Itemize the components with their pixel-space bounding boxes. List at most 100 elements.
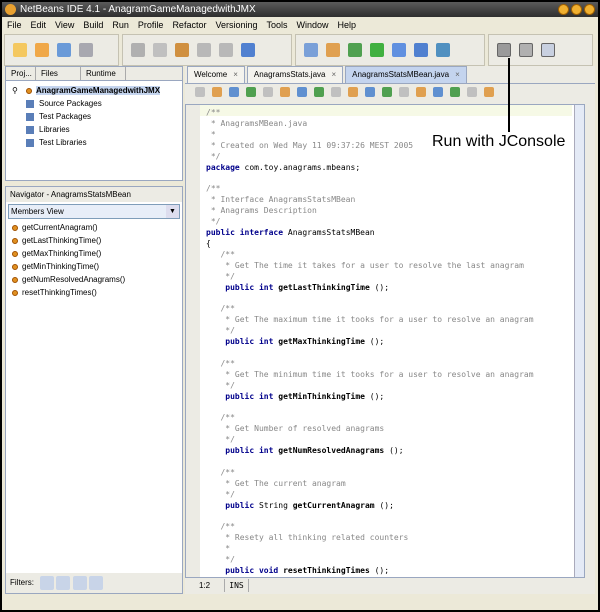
tab-projects-1[interactable]: Files <box>36 67 81 80</box>
code-line: /** <box>206 184 221 194</box>
editor-tab[interactable]: AnagramsStatsMBean.java × <box>345 66 467 83</box>
save-all-icon[interactable] <box>79 43 93 57</box>
editor-tool-icon[interactable] <box>314 86 324 97</box>
minimize-button[interactable] <box>558 4 569 15</box>
members-view-dropdown[interactable]: Members View ▼ <box>8 204 180 219</box>
line-gutter <box>186 105 200 577</box>
menu-tools[interactable]: Tools <box>266 18 287 33</box>
menu-refactor[interactable]: Refactor <box>172 18 206 33</box>
code-line: */ <box>206 271 235 281</box>
run-icon[interactable] <box>348 43 362 57</box>
member-item[interactable]: resetThinkingTimes() <box>12 286 182 299</box>
menu-file[interactable]: File <box>7 18 22 33</box>
editor-tool-icon[interactable] <box>212 86 222 97</box>
editor-tool-icon[interactable] <box>399 86 409 97</box>
redo-icon[interactable] <box>219 43 233 57</box>
menu-run[interactable]: Run <box>112 18 129 33</box>
filter-inherited-icon[interactable] <box>40 575 55 590</box>
editor-tab[interactable]: AnagramsStats.java × <box>246 66 344 83</box>
filter-static-icon[interactable] <box>72 575 87 590</box>
editor-tool-icon[interactable] <box>229 86 239 97</box>
menu-edit[interactable]: Edit <box>31 18 47 33</box>
tree-node[interactable]: Libraries <box>12 123 182 136</box>
code-line: /** <box>206 304 235 314</box>
build-icon[interactable] <box>304 43 318 57</box>
paste-icon[interactable] <box>175 43 189 57</box>
method-icon <box>12 237 18 244</box>
project-root[interactable]: ⚲ AnagramGameManagedwithJMX <box>12 84 182 97</box>
filters-bar: Filters: <box>6 573 182 593</box>
editor-tool-icon[interactable] <box>382 86 392 97</box>
menu-view[interactable]: View <box>55 18 74 33</box>
tree-node[interactable]: Test Libraries <box>12 136 182 149</box>
package-folder-icon <box>26 138 34 147</box>
editor-tab[interactable]: Welcome × <box>187 66 245 83</box>
step-icon[interactable] <box>414 43 428 57</box>
clean-build-icon[interactable] <box>326 43 340 57</box>
menu-window[interactable]: Window <box>297 18 329 33</box>
maximize-button[interactable] <box>571 4 582 15</box>
code-line: /** <box>206 108 221 117</box>
code-line: * Resety all thinking related counters <box>206 533 409 543</box>
editor-tool-icon[interactable] <box>263 86 273 97</box>
menu-build[interactable]: Build <box>83 18 103 33</box>
tab-projects-2[interactable]: Runtime <box>81 67 126 80</box>
member-item[interactable]: getMaxThinkingTime() <box>12 247 182 260</box>
member-item[interactable]: getCurrentAnagram() <box>12 221 182 234</box>
menu-profile[interactable]: Profile <box>138 18 164 33</box>
code-line: { <box>206 238 211 248</box>
member-item[interactable]: getNumResolvedAnagrams() <box>12 273 182 286</box>
open-project-icon[interactable] <box>57 43 71 57</box>
editor-tool-icon[interactable] <box>450 86 460 97</box>
run-with-jconsole-button[interactable] <box>497 43 511 57</box>
editor-tool-icon[interactable] <box>416 86 426 97</box>
code-line: public void resetThinkingTimes (); <box>206 566 390 576</box>
editor-tool-icon[interactable] <box>467 86 477 97</box>
code-editor[interactable]: /** * AnagramsMBean.java * * Created on … <box>185 104 585 578</box>
tab-projects-0[interactable]: Proj... <box>6 67 36 80</box>
editor-tool-icon[interactable] <box>297 86 307 97</box>
package-folder-icon <box>26 112 34 121</box>
run-file-icon[interactable] <box>370 43 384 57</box>
title-bar: NetBeans IDE 4.1 - AnagramGameManagedwit… <box>2 2 598 17</box>
close-tab-icon[interactable]: × <box>233 70 238 79</box>
code-line: * Interface AnagramsStatsMBean <box>206 195 356 205</box>
tree-node[interactable]: Test Packages <box>12 110 182 123</box>
editor-tool-icon[interactable] <box>195 86 205 97</box>
editor-tool-icon[interactable] <box>365 86 375 97</box>
close-tab-icon[interactable]: × <box>331 70 336 79</box>
editor-tool-icon[interactable] <box>348 86 358 97</box>
editor-tool-icon[interactable] <box>246 86 256 97</box>
tree-node[interactable]: Source Packages <box>12 97 182 110</box>
new-project-icon[interactable] <box>35 43 49 57</box>
editor-tool-icon[interactable] <box>331 86 341 97</box>
close-button[interactable] <box>584 4 595 15</box>
filter-nonpublic-icon[interactable] <box>88 575 103 590</box>
profile-icon[interactable] <box>436 43 450 57</box>
toolbar-edit-group <box>122 34 292 66</box>
filter-fields-icon[interactable] <box>56 575 71 590</box>
menu-help[interactable]: Help <box>338 18 357 33</box>
toolbar-jmx-group <box>488 34 593 66</box>
close-tab-icon[interactable]: × <box>455 70 460 79</box>
copy-icon[interactable] <box>153 43 167 57</box>
menu-versioning[interactable]: Versioning <box>215 18 257 33</box>
vertical-scrollbar[interactable] <box>574 105 584 577</box>
editor-tool-icon[interactable] <box>484 86 494 97</box>
find-icon[interactable] <box>241 43 255 57</box>
debug-with-jconsole-button[interactable] <box>519 43 533 57</box>
code-line: * Get The minimum time it tooks for a us… <box>206 369 534 379</box>
cut-icon[interactable] <box>131 43 145 57</box>
jconsole-button[interactable] <box>541 43 555 57</box>
editor-tool-icon[interactable] <box>280 86 290 97</box>
code-line: /** <box>206 358 235 368</box>
undo-icon[interactable] <box>197 43 211 57</box>
member-item[interactable]: getMinThinkingTime() <box>12 260 182 273</box>
new-file-icon[interactable] <box>13 43 27 57</box>
member-item[interactable]: getLastThinkingTime() <box>12 234 182 247</box>
method-icon <box>12 276 18 283</box>
editor-tool-icon[interactable] <box>433 86 443 97</box>
debug-icon[interactable] <box>392 43 406 57</box>
